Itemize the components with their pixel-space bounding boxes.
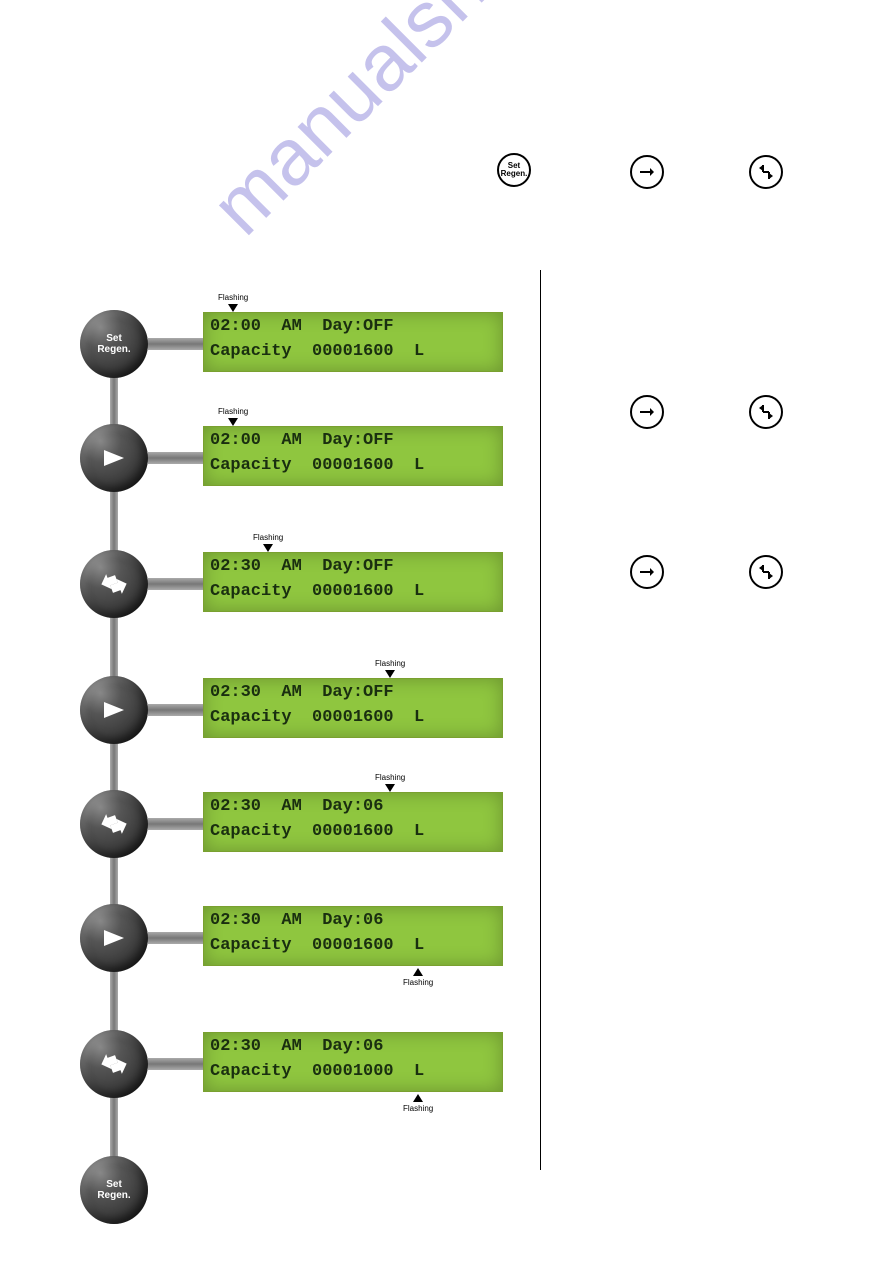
updown-icon (749, 555, 783, 589)
lcd-display: 02:30 AM Day:06 Capacity 00001000 L (203, 1032, 503, 1092)
arrow-right-icon (630, 395, 664, 429)
icon-pair (630, 155, 783, 189)
horizontal-connector (148, 932, 203, 944)
lcd-display: 02:30 AM Day:06 Capacity 00001600 L (203, 792, 503, 852)
updown-button-icon (80, 1030, 148, 1098)
set-regen-button-icon: SetRegen. (80, 1156, 148, 1224)
icon-pair (630, 395, 783, 429)
horizontal-connector (148, 704, 203, 716)
horizontal-connector (148, 338, 203, 350)
updown-icon (749, 395, 783, 429)
horizontal-connector (148, 452, 203, 464)
watermark: manualshive.com (193, 0, 698, 253)
horizontal-connector (148, 818, 203, 830)
set-regen-button-icon: SetRegen. (80, 310, 148, 378)
arrow-right-icon (630, 155, 664, 189)
lcd-display: 02:00 AM Day:OFF Capacity 00001600 L (203, 312, 503, 372)
flashing-label: Flashing (403, 968, 433, 987)
lcd-display: 02:30 AM Day:OFF Capacity 00001600 L (203, 678, 503, 738)
arrow-right-icon (630, 555, 664, 589)
set-regen-icon: Set Regen. (497, 153, 531, 187)
flashing-label: Flashing (403, 1094, 433, 1113)
horizontal-connector (148, 578, 203, 590)
flashing-label: Flashing (375, 659, 405, 678)
horizontal-connector (148, 1058, 203, 1070)
updown-button-icon (80, 550, 148, 618)
flashing-label: Flashing (218, 293, 248, 312)
arrow-right-button-icon (80, 424, 148, 492)
updown-button-icon (80, 790, 148, 858)
arrow-right-button-icon (80, 904, 148, 972)
flashing-label: Flashing (253, 533, 283, 552)
updown-icon (749, 155, 783, 189)
lcd-display: 02:30 AM Day:OFF Capacity 00001600 L (203, 552, 503, 612)
flashing-label: Flashing (218, 407, 248, 426)
flashing-label: Flashing (375, 773, 405, 792)
arrow-right-button-icon (80, 676, 148, 744)
column-divider (540, 270, 541, 1170)
icon-pair (630, 555, 783, 589)
set-regen-top-button: Set Regen. (497, 153, 531, 187)
lcd-display: 02:00 AM Day:OFF Capacity 00001600 L (203, 426, 503, 486)
lcd-display: 02:30 AM Day:06 Capacity 00001600 L (203, 906, 503, 966)
